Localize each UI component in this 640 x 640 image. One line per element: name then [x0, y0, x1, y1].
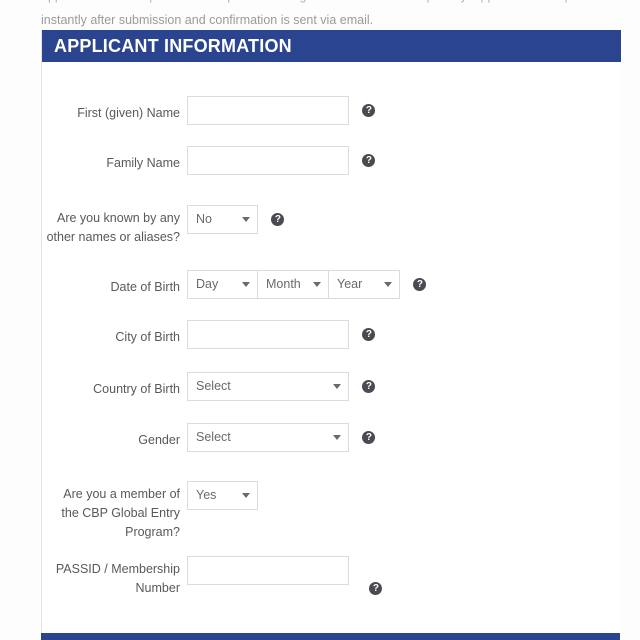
- family-name-input[interactable]: [187, 146, 349, 175]
- section-header-title: APPLICANT INFORMATION: [42, 30, 621, 62]
- label-cbp-line3: Program?: [125, 525, 180, 539]
- chevron-down-icon: [333, 435, 341, 440]
- label-family-name: Family Name: [106, 156, 180, 170]
- cbp-global-entry-select[interactable]: Yes: [187, 481, 258, 510]
- gender-select-value: Select: [196, 430, 231, 444]
- label-aliases-line1: Are you known by any: [57, 211, 180, 225]
- passid-input[interactable]: [187, 556, 349, 585]
- label-passid: PASSID / Membership Number: [42, 560, 180, 598]
- chevron-down-icon: [333, 384, 341, 389]
- footer-accent-bar: [41, 633, 620, 640]
- label-passid-line2: Number: [135, 581, 180, 595]
- help-icon-date-of-birth[interactable]: ?: [413, 278, 427, 291]
- help-icon-gender[interactable]: ?: [362, 431, 376, 444]
- dob-month-value: Month: [266, 277, 301, 291]
- label-city-of-birth: City of Birth: [115, 330, 180, 344]
- label-cbp-line1: Are you a member of: [63, 487, 180, 501]
- dob-day-value: Day: [196, 277, 219, 291]
- dob-month-select[interactable]: Month: [257, 270, 329, 299]
- help-icon-family-name[interactable]: ?: [362, 154, 376, 167]
- label-gender: Gender: [138, 433, 180, 447]
- help-icon-passid[interactable]: ?: [369, 582, 383, 595]
- chevron-down-icon: [313, 282, 321, 287]
- help-icon-aliases[interactable]: ?: [271, 213, 285, 226]
- gender-select[interactable]: Select: [187, 423, 349, 452]
- label-cbp-global-entry: Are you a member of the CBP Global Entry…: [42, 485, 180, 542]
- form-body: First (given) Name ? Family Name ? Are y…: [42, 62, 621, 633]
- city-of-birth-input[interactable]: [187, 320, 349, 349]
- chevron-down-icon: [384, 282, 392, 287]
- dob-year-value: Year: [337, 277, 363, 291]
- chevron-down-icon: [242, 282, 250, 287]
- chevron-down-icon: [242, 217, 250, 222]
- intro-line-1: application. Please provide all response…: [41, 0, 622, 8]
- dob-day-select[interactable]: Day: [187, 270, 258, 299]
- label-passid-line1: PASSID / Membership: [55, 562, 180, 576]
- aliases-select-value: No: [196, 212, 212, 226]
- aliases-select[interactable]: No: [187, 205, 258, 234]
- label-aliases-line2: other names or aliases?: [46, 230, 180, 244]
- label-aliases: Are you known by any other names or alia…: [42, 209, 180, 247]
- label-cbp-line2: the CBP Global Entry: [61, 506, 180, 520]
- page-root: application. Please provide all response…: [0, 0, 640, 640]
- first-name-input[interactable]: [187, 96, 349, 125]
- applicant-information-card: APPLICANT INFORMATION First (given) Name…: [41, 30, 621, 633]
- help-icon-first-name[interactable]: ?: [362, 104, 376, 117]
- label-date-of-birth: Date of Birth: [110, 280, 180, 294]
- label-country-of-birth: Country of Birth: [93, 382, 180, 396]
- intro-paragraph: application. Please provide all response…: [41, 0, 622, 32]
- intro-line-2: instantly after submission and confirmat…: [41, 13, 374, 27]
- country-of-birth-value: Select: [196, 379, 231, 393]
- help-icon-city-of-birth[interactable]: ?: [362, 328, 376, 341]
- label-first-name: First (given) Name: [77, 106, 180, 120]
- chevron-down-icon: [242, 493, 250, 498]
- help-icon-country-of-birth[interactable]: ?: [362, 380, 376, 393]
- cbp-global-entry-value: Yes: [196, 488, 217, 502]
- country-of-birth-select[interactable]: Select: [187, 372, 349, 401]
- dob-year-select[interactable]: Year: [328, 270, 400, 299]
